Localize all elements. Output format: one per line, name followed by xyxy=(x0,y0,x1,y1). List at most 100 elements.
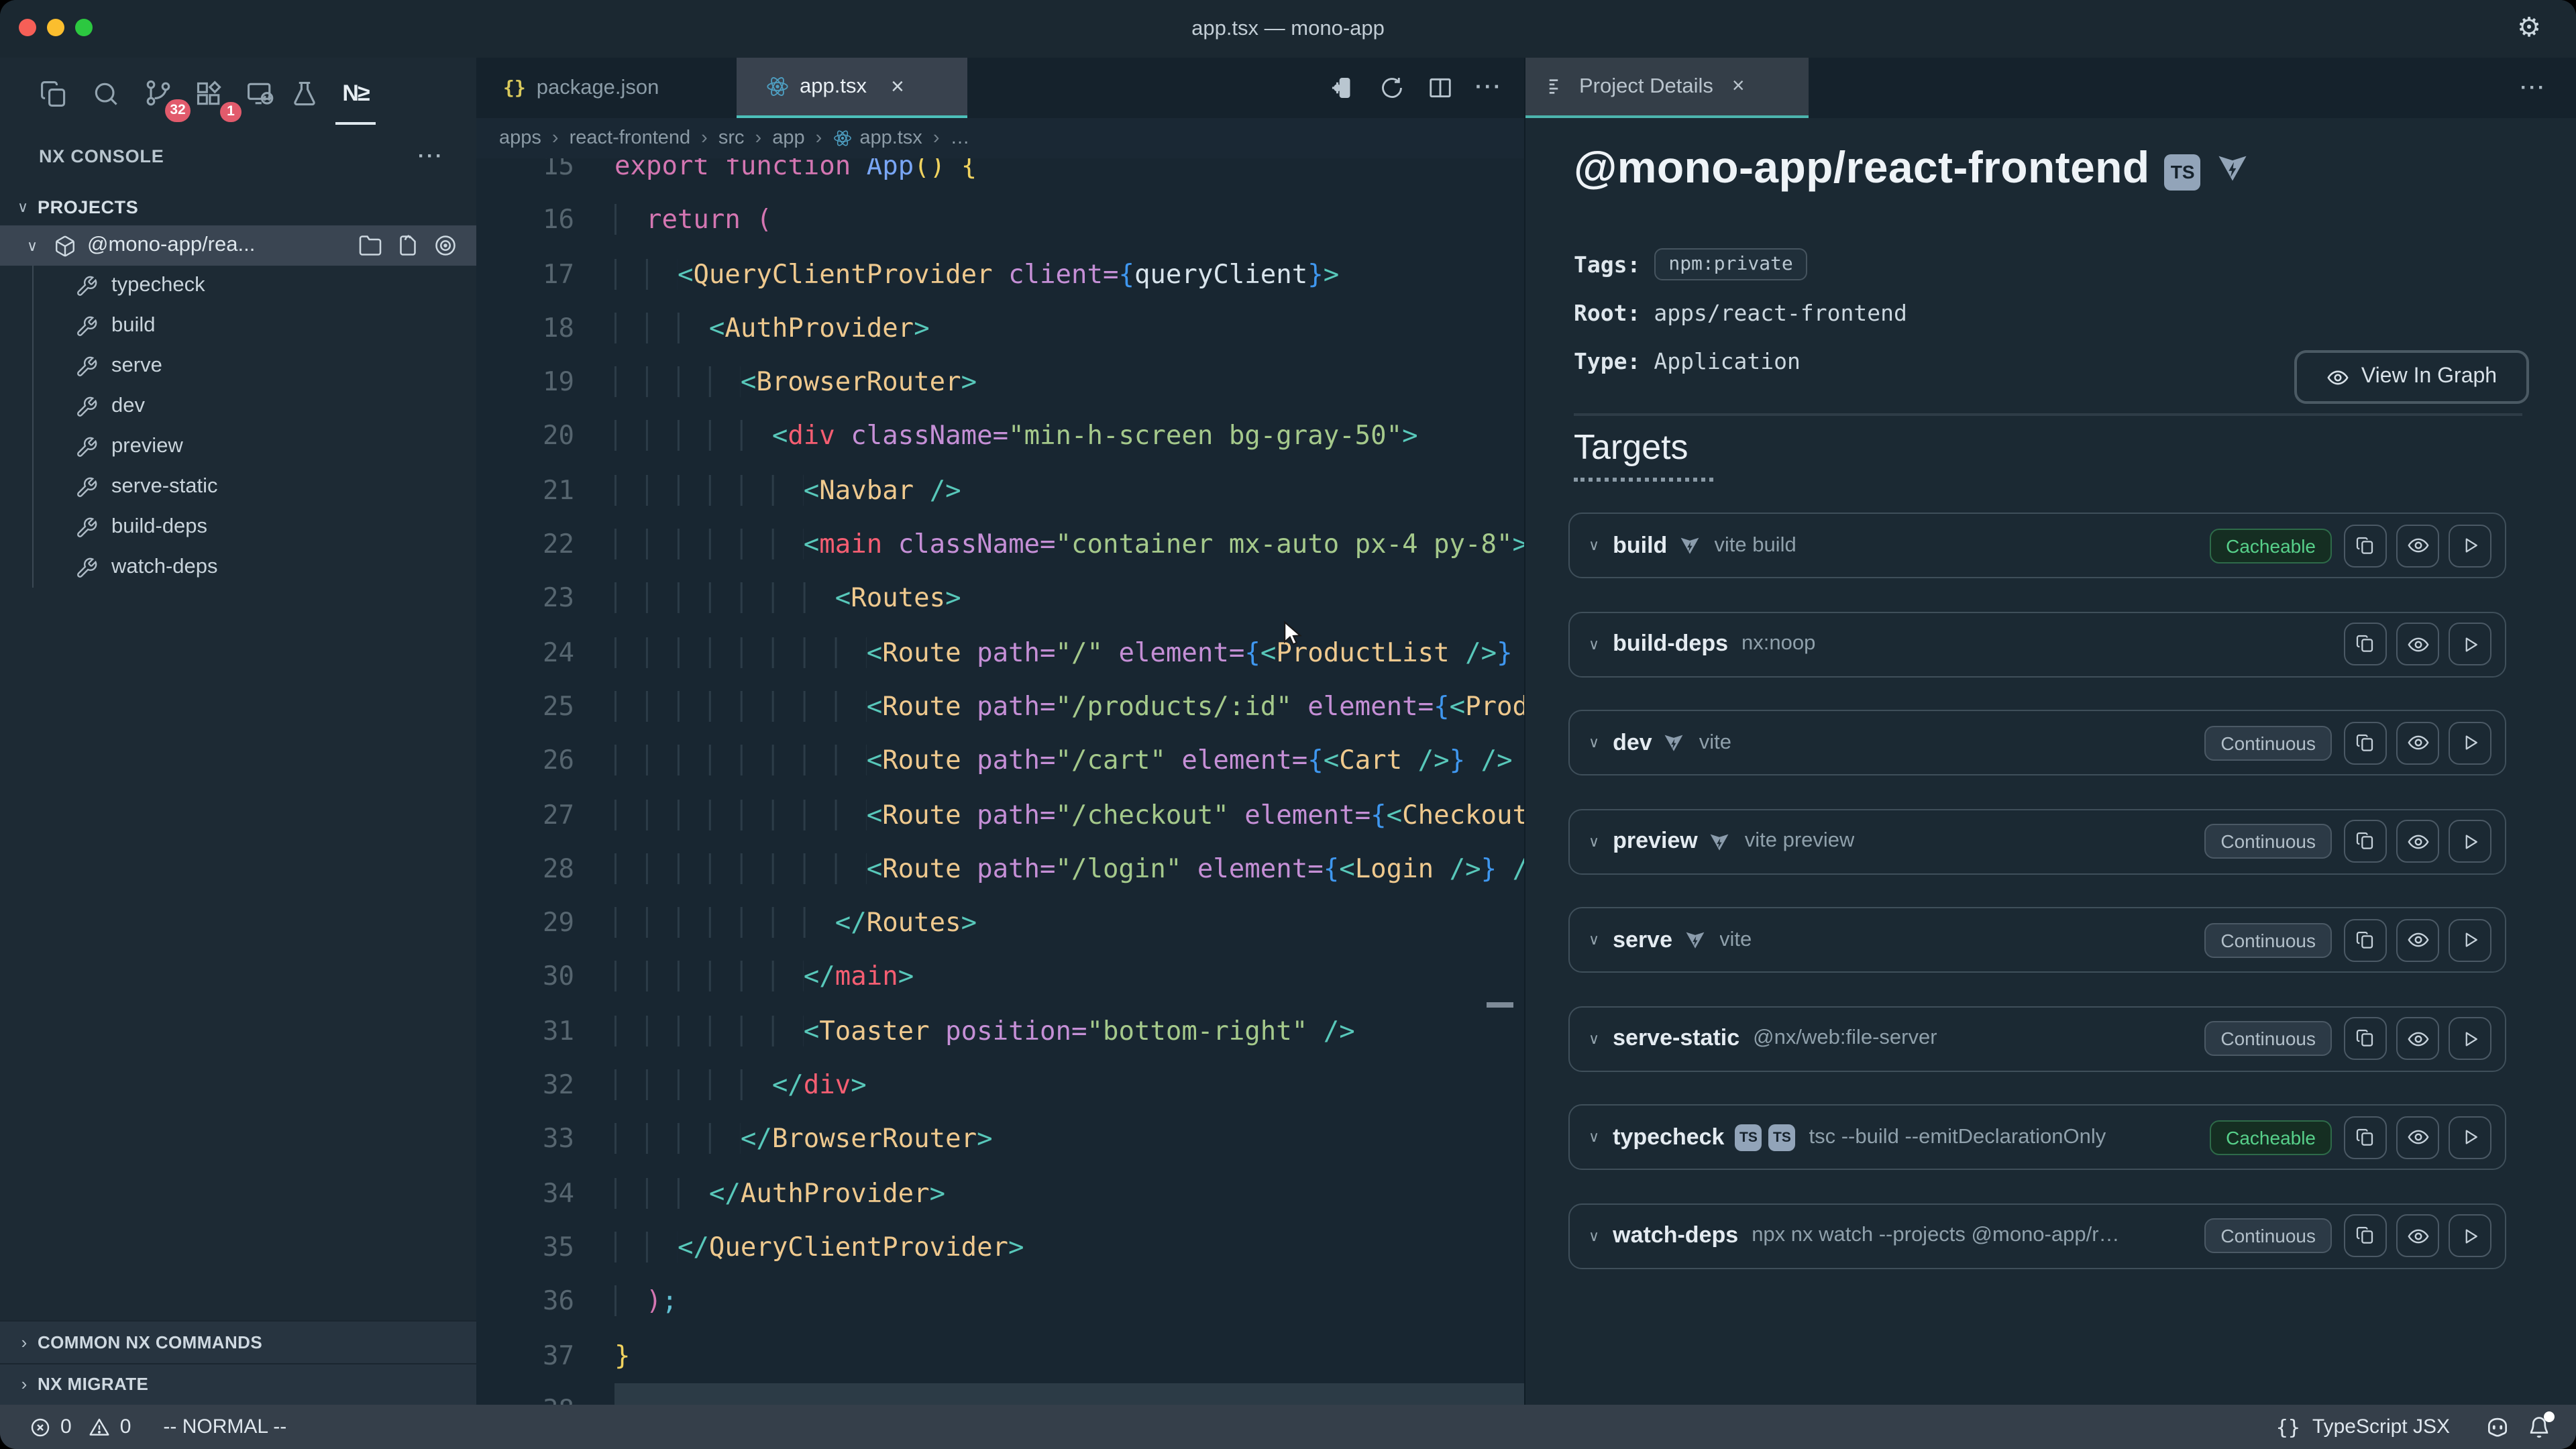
view-in-graph-button[interactable] xyxy=(2396,820,2439,863)
target-actions xyxy=(2344,1116,2491,1159)
sidebar-target-item[interactable]: build xyxy=(0,306,476,346)
projects-section-header[interactable]: ∨ PROJECTS xyxy=(0,188,476,225)
source-control-icon[interactable]: 32 xyxy=(136,68,181,119)
view-in-graph-button[interactable] xyxy=(2396,721,2439,764)
split-editor-icon[interactable] xyxy=(1427,75,1452,101)
tab-project-details[interactable]: Project Details × xyxy=(1525,58,1809,118)
settings-gear-icon[interactable]: ⚙ xyxy=(2517,0,2541,58)
sidebar-target-item[interactable]: typecheck xyxy=(0,266,476,306)
project-row-selected[interactable]: ∨ @mono-app/rea... xyxy=(0,225,476,266)
vite-icon xyxy=(2216,150,2251,185)
breadcrumb-item[interactable]: › react-frontend xyxy=(541,127,690,149)
view-in-graph-button[interactable] xyxy=(2396,1214,2439,1257)
breadcrumb-item[interactable]: › src xyxy=(690,127,744,149)
vim-mode-indicator[interactable]: -- NORMAL -- xyxy=(163,1415,286,1438)
typescript-badge: TS xyxy=(1735,1124,1762,1150)
explorer-icon[interactable] xyxy=(31,68,76,119)
tab-app-tsx[interactable]: app.tsx × xyxy=(737,58,967,118)
code-editor[interactable]: 15 export function App() { 16 return ( 1… xyxy=(476,158,1524,1405)
breadcrumb-item[interactable]: › app.tsx xyxy=(805,127,922,149)
sidebar-target-item[interactable]: dev xyxy=(0,386,476,427)
run-target-button[interactable] xyxy=(2449,524,2491,567)
target-actions xyxy=(2344,623,2491,665)
view-in-graph-button[interactable] xyxy=(2396,524,2439,567)
target-bullseye-icon[interactable] xyxy=(433,233,458,258)
code-line-content: <div className="min-h-screen bg-gray-50"… xyxy=(614,410,1418,464)
collapsed-section[interactable]: › COMMON NX COMMANDS xyxy=(0,1320,476,1362)
more-actions-icon[interactable]: ··· xyxy=(1475,76,1503,100)
chevron-down-icon[interactable]: ∨ xyxy=(1589,1030,1599,1047)
folder-icon[interactable] xyxy=(358,233,382,258)
open-config-file-icon[interactable] xyxy=(396,233,420,258)
view-in-graph-button[interactable]: View In Graph xyxy=(2294,350,2529,404)
project-title-row: @mono-app/react-frontend TS xyxy=(1574,142,2251,193)
wrench-icon xyxy=(75,556,98,579)
view-in-graph-button[interactable] xyxy=(2396,623,2439,665)
chevron-down-icon[interactable]: ∨ xyxy=(1589,1128,1599,1146)
target-badge: Cacheable xyxy=(2210,528,2332,563)
more-actions-icon[interactable]: ··· xyxy=(418,127,444,185)
testing-icon[interactable] xyxy=(282,68,327,119)
run-target-button[interactable] xyxy=(2449,721,2491,764)
line-number: 24 xyxy=(476,626,614,680)
code-line: 15 export function App() { xyxy=(476,158,1524,194)
copy-button[interactable] xyxy=(2344,820,2387,863)
view-in-graph-button[interactable] xyxy=(2396,918,2439,961)
sidebar-target-item[interactable]: serve xyxy=(0,346,476,386)
problems-status[interactable]: 0 0 xyxy=(30,1415,131,1438)
chevron-down-icon[interactable]: ∨ xyxy=(1589,1227,1599,1244)
sidebar: 32 1 N≥ NX CONSOLE ··· ∨ PROJECTS xyxy=(0,58,476,1405)
notifications-bell-icon[interactable] xyxy=(2526,1414,2552,1440)
copy-button[interactable] xyxy=(2344,623,2387,665)
sidebar-target-item[interactable]: build-deps xyxy=(0,507,476,547)
sidebar-target-item[interactable]: serve-static xyxy=(0,467,476,507)
breadcrumb-item[interactable]: › app xyxy=(745,127,805,149)
chevron-down-icon[interactable]: ∨ xyxy=(1589,833,1599,850)
copy-button[interactable] xyxy=(2344,721,2387,764)
collapsed-section[interactable]: › NX MIGRATE xyxy=(0,1362,476,1405)
target-command: npx nx watch --projects @mono-app/r… xyxy=(1752,1224,2119,1248)
code-line: 31 <Toaster position="bottom-right" /> xyxy=(476,1005,1524,1059)
remote-explorer-icon[interactable] xyxy=(237,68,283,119)
refresh-icon[interactable] xyxy=(1379,75,1404,101)
target-name: watch-deps xyxy=(1613,1222,1738,1249)
scrollbar-marker[interactable] xyxy=(1487,1002,1513,1008)
sidebar-bottom-sections: › COMMON NX COMMANDS › NX MIGRATE xyxy=(0,1320,476,1405)
chevron-down-icon[interactable]: ∨ xyxy=(1589,635,1599,653)
copy-button[interactable] xyxy=(2344,918,2387,961)
view-in-graph-button[interactable] xyxy=(2396,1116,2439,1159)
extensions-icon[interactable]: 1 xyxy=(186,68,232,119)
view-in-graph-button[interactable] xyxy=(2396,1017,2439,1060)
breadcrumb-item[interactable]: › … xyxy=(922,127,970,149)
copy-button[interactable] xyxy=(2344,524,2387,567)
sidebar-target-item[interactable]: preview xyxy=(0,427,476,467)
more-actions-icon[interactable]: ··· xyxy=(2520,58,2546,118)
nx-console-icon[interactable]: N≥ xyxy=(333,68,378,119)
project-details-panel: Project Details × ··· @mono-app/react-fr… xyxy=(1524,58,2576,1405)
code-line: 21 <Navbar /> xyxy=(476,464,1524,519)
chevron-down-icon[interactable]: ∨ xyxy=(1589,931,1599,949)
tab-package-json[interactable]: {} package.json xyxy=(476,58,737,118)
chevron-down-icon[interactable]: ∨ xyxy=(1589,537,1599,554)
copy-button[interactable] xyxy=(2344,1017,2387,1060)
close-tab-icon[interactable]: × xyxy=(1732,74,1745,99)
run-target-button[interactable] xyxy=(2449,1017,2491,1060)
run-target-button[interactable] xyxy=(2449,918,2491,961)
chevron-down-icon[interactable]: ∨ xyxy=(1589,734,1599,751)
typescript-badge: TS xyxy=(2165,154,2201,190)
targets-heading: Targets xyxy=(1574,427,1713,482)
run-target-button[interactable] xyxy=(2449,623,2491,665)
run-target-button[interactable] xyxy=(2449,1214,2491,1257)
copy-button[interactable] xyxy=(2344,1214,2387,1257)
section-label: NX MIGRATE xyxy=(38,1375,148,1395)
breadcrumb-item[interactable]: apps xyxy=(499,127,541,149)
close-tab-icon[interactable]: × xyxy=(891,73,904,100)
copilot-icon[interactable] xyxy=(2485,1414,2510,1440)
run-target-button[interactable] xyxy=(2449,1116,2491,1159)
open-settings-device-icon[interactable] xyxy=(1330,75,1356,101)
search-icon[interactable] xyxy=(83,68,129,119)
copy-button[interactable] xyxy=(2344,1116,2387,1159)
run-target-button[interactable] xyxy=(2449,820,2491,863)
sidebar-target-item[interactable]: watch-deps xyxy=(0,547,476,588)
language-mode[interactable]: {} TypeScript JSX xyxy=(2276,1415,2450,1439)
